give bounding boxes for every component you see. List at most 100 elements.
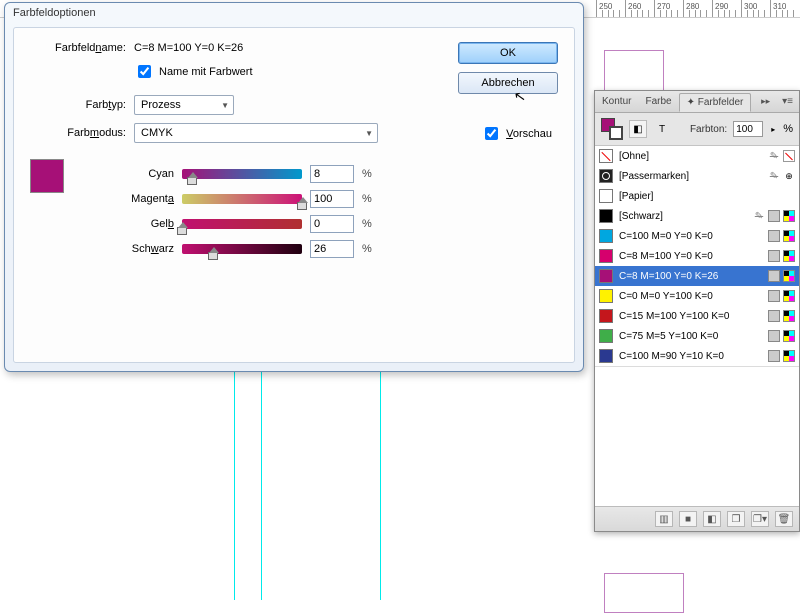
proc-icon (768, 310, 780, 322)
panel-tab-bar: Kontur Farbe ✦ Farbfelder ▸▸ ▾≡ (595, 91, 799, 113)
swatch-name: [Passermarken] (619, 171, 762, 182)
swatch-chip (599, 169, 613, 183)
panel-menu-icon[interactable]: ▾≡ (776, 96, 799, 107)
percent-label: % (362, 243, 372, 255)
swatch-name: C=100 M=0 Y=0 K=0 (619, 231, 762, 242)
page-frame (604, 573, 684, 613)
swatch-chip (599, 249, 613, 263)
lock-icon (753, 210, 765, 222)
preview-label: Vorschau (506, 128, 552, 140)
new-swatch-menu-icon[interactable]: ❐▾ (751, 511, 769, 527)
cmyk-icon (783, 330, 795, 342)
percent-label: % (362, 193, 372, 205)
tab-farbfelder[interactable]: ✦ Farbfelder (679, 93, 752, 112)
collapse-icon[interactable]: ▸▸ (755, 96, 776, 107)
swatch-name: C=15 M=100 Y=100 K=0 (619, 311, 762, 322)
color-mode-select[interactable]: CMYK▼ (134, 123, 378, 143)
proc-icon (768, 270, 780, 282)
tab-kontur[interactable]: Kontur (595, 93, 638, 110)
cmyk-icon (783, 210, 795, 222)
swatch-row[interactable]: C=75 M=5 Y=100 K=0 (595, 326, 799, 346)
fill-stroke-proxy[interactable] (601, 118, 623, 140)
tab-farbe[interactable]: Farbe (638, 93, 678, 110)
percent-label: % (362, 218, 372, 230)
chevron-down-icon: ▼ (221, 101, 229, 110)
magenta-label: Magenta (78, 193, 174, 205)
cmyk-icon (783, 230, 795, 242)
cmyk-icon (783, 350, 795, 362)
text-formatting-icon[interactable]: T (653, 120, 671, 138)
tint-label: Farbton: (690, 124, 727, 135)
swatch-chip (599, 229, 613, 243)
black-slider[interactable] (182, 244, 302, 254)
color-type-label: Farbtyp: (30, 99, 126, 111)
ok-button[interactable]: OK (458, 42, 558, 64)
magenta-input[interactable] (310, 190, 354, 208)
swatch-chip (599, 349, 613, 363)
chevron-down-icon: ▼ (365, 129, 373, 138)
swatch-preview (30, 159, 64, 193)
swatch-name-label: Farbfeldname: (30, 42, 126, 54)
swatch-row[interactable]: [Passermarken]⊕ (595, 166, 799, 186)
name-with-value-label: Name mit Farbwert (159, 66, 253, 78)
swatch-list: [Ohne][Passermarken]⊕ [Papier] [Schwarz] C=… (595, 146, 799, 366)
swatch-name-value: C=8 M=100 Y=0 K=26 (134, 42, 243, 54)
swatch-name: C=8 M=100 Y=0 K=0 (619, 251, 762, 262)
cmyk-icon (783, 270, 795, 282)
swatch-chip (599, 209, 613, 223)
panel-toolbar: ◧ T Farbton: ▸ % (595, 113, 799, 146)
swatch-name: C=8 M=100 Y=0 K=26 (619, 271, 762, 282)
proc-icon (768, 250, 780, 262)
dialog-title: Farbfeldoptionen (5, 3, 583, 25)
percent-label: % (783, 123, 793, 135)
show-color-swatches-icon[interactable]: ■ (679, 511, 697, 527)
swatch-row[interactable]: C=15 M=100 Y=100 K=0 (595, 306, 799, 326)
show-all-swatches-icon[interactable]: ▥ (655, 511, 673, 527)
swatch-row[interactable]: [Ohne] (595, 146, 799, 166)
proc-icon (768, 210, 780, 222)
swatch-row[interactable]: C=8 M=100 Y=0 K=26 (595, 266, 799, 286)
panel-footer: ▥ ■ ◧ ❐ ❐▾ 🗑 (595, 506, 799, 531)
magenta-slider[interactable] (182, 194, 302, 204)
swatch-chip (599, 189, 613, 203)
swatches-panel: Kontur Farbe ✦ Farbfelder ▸▸ ▾≡ ◧ T Farb… (594, 90, 800, 532)
cyan-slider[interactable] (182, 169, 302, 179)
cmyk-icon (783, 290, 795, 302)
cancel-button[interactable]: Abbrechen (458, 72, 558, 94)
swatch-chip (599, 289, 613, 303)
swatch-row[interactable]: C=100 M=90 Y=10 K=0 (595, 346, 799, 366)
swatch-row[interactable]: C=100 M=0 Y=0 K=0 (595, 226, 799, 246)
object-formatting-icon[interactable]: ◧ (629, 120, 647, 138)
new-swatch-icon[interactable]: ❐ (727, 511, 745, 527)
yellow-slider[interactable] (182, 219, 302, 229)
noedit-icon (783, 150, 795, 162)
proc-icon (768, 290, 780, 302)
cyan-input[interactable] (310, 165, 354, 183)
swatch-row[interactable]: [Papier] (595, 186, 799, 206)
color-mode-label: Farbmodus: (30, 127, 126, 139)
tint-input[interactable] (733, 121, 763, 137)
swatch-row[interactable]: C=8 M=100 Y=0 K=0 (595, 246, 799, 266)
lock-icon (768, 150, 780, 162)
swatch-name: [Schwarz] (619, 211, 747, 222)
swatch-row[interactable]: C=0 M=0 Y=100 K=0 (595, 286, 799, 306)
swatch-name: C=75 M=5 Y=100 K=0 (619, 331, 762, 342)
delete-swatch-icon[interactable]: 🗑 (775, 511, 793, 527)
swatch-name: [Papier] (619, 191, 789, 202)
swatch-chip (599, 269, 613, 283)
swatch-options-dialog: Farbfeldoptionen OK Abbrechen ↖ Vorschau… (4, 2, 584, 372)
swatch-chip (599, 149, 613, 163)
yellow-input[interactable] (310, 215, 354, 233)
color-type-select[interactable]: Prozess▼ (134, 95, 234, 115)
name-with-value-checkbox[interactable] (138, 65, 151, 78)
show-gradient-swatches-icon[interactable]: ◧ (703, 511, 721, 527)
black-label: Schwarz (78, 243, 174, 255)
cmyk-icon (783, 250, 795, 262)
tint-stepper-icon[interactable]: ▸ (769, 125, 777, 134)
cyan-label: Cyan (78, 168, 174, 180)
preview-checkbox[interactable] (485, 127, 498, 140)
cmyk-icon (783, 310, 795, 322)
black-input[interactable] (310, 240, 354, 258)
swatch-row[interactable]: [Schwarz] (595, 206, 799, 226)
swatch-name: C=0 M=0 Y=100 K=0 (619, 291, 762, 302)
